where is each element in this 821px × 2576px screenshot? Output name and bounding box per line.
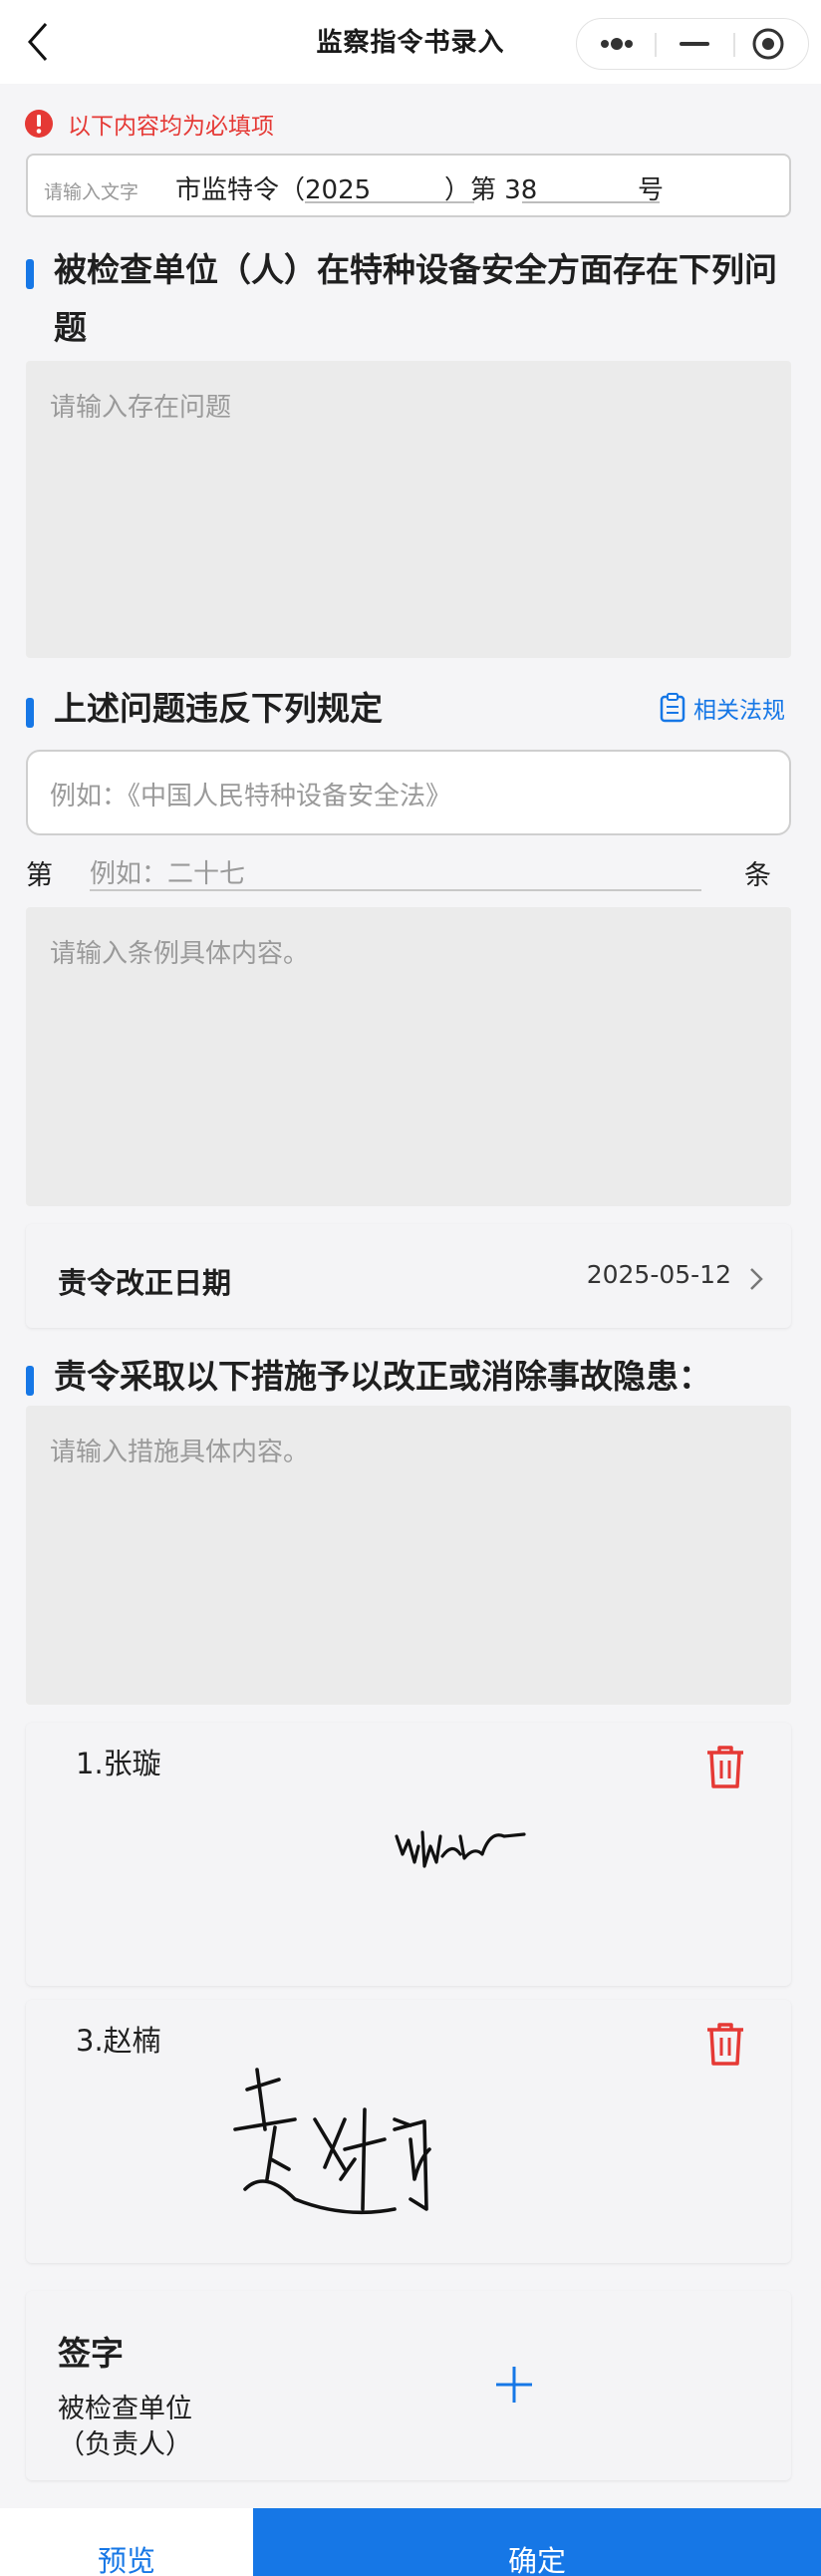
- article-content-placeholder: 请输入条例具体内容。: [50, 939, 310, 969]
- trash-icon[interactable]: [703, 1743, 747, 1790]
- correction-date-value: 2025-05-12: [586, 1260, 731, 1289]
- correction-date-row[interactable]: 责令改正日期 2025-05-12: [26, 1224, 791, 1328]
- measures-placeholder: 请输入措施具体内容。: [50, 1438, 310, 1467]
- chevron-right-icon: [750, 1268, 763, 1290]
- target-close-icon: [752, 28, 784, 60]
- required-notice: 以下内容均为必填项: [24, 108, 274, 140]
- section-accent-bar: [26, 259, 34, 289]
- problems-textarea[interactable]: 请输入存在问题: [26, 361, 791, 658]
- article-suffix: 条: [744, 860, 771, 891]
- minimize-button[interactable]: [656, 19, 733, 69]
- problems-placeholder: 请输入存在问题: [50, 393, 232, 423]
- error-circle-icon: [25, 110, 53, 138]
- preview-button[interactable]: 预览: [0, 2508, 253, 2576]
- section-accent-bar: [26, 698, 34, 728]
- more-button[interactable]: [577, 19, 655, 69]
- clipboard-icon: [660, 693, 685, 723]
- trash-icon[interactable]: [703, 2020, 747, 2068]
- sign-section-subtitle-line2: （负责人）: [58, 2429, 192, 2460]
- article-input-underline: [90, 889, 701, 891]
- section-title-problems: 被检查单位（人）在特种设备安全方面存在下列问题: [26, 241, 793, 357]
- document-number-field[interactable]: 请输入文字 市监特令（2025 ）第 38 号: [26, 154, 791, 217]
- sign-section-title: 签字: [58, 2334, 124, 2373]
- correction-date-label: 责令改正日期: [58, 1266, 232, 1300]
- notice-text: 以下内容均为必填项: [68, 114, 274, 140]
- signer-name: 3.赵楠: [76, 2024, 161, 2058]
- nav-bar: 监察指令书录入: [0, 0, 821, 84]
- more-dots-icon: [601, 38, 633, 50]
- law-name-input[interactable]: 例如：《中国人民特种设备安全法》: [26, 750, 791, 835]
- article-prefix: 第: [26, 860, 53, 891]
- document-number-suffix: 号: [638, 175, 665, 205]
- mini-program-capsule: [576, 18, 809, 70]
- add-signature-card[interactable]: 签字 被检查单位 （负责人）: [26, 2291, 791, 2480]
- plus-icon[interactable]: [492, 2363, 536, 2407]
- section-accent-bar: [26, 1366, 34, 1396]
- section-title-measures: 责令采取以下措施予以改正或消除事故隐患：: [26, 1348, 803, 1406]
- section-title-regulations: 上述问题违反下列规定: [26, 680, 644, 738]
- law-name-placeholder: 例如：《中国人民特种设备安全法》: [50, 782, 452, 811]
- sign-section-subtitle: 被检查单位: [58, 2394, 192, 2424]
- document-number-placeholder: 请输入文字: [44, 181, 139, 203]
- related-regulations-label: 相关法规: [693, 698, 785, 724]
- article-content-textarea[interactable]: 请输入条例具体内容。: [26, 907, 791, 1206]
- article-number-input[interactable]: 例如：二十七: [90, 853, 245, 890]
- signer-card: 3.赵楠: [26, 2000, 791, 2263]
- signer-card: 1.张璇: [26, 1723, 791, 1986]
- signature-image: [233, 2068, 431, 2215]
- bottom-action-bar: 预览 确定: [0, 2508, 821, 2576]
- confirm-button[interactable]: 确定: [253, 2508, 821, 2576]
- close-button[interactable]: [732, 19, 810, 69]
- minimize-icon: [680, 42, 709, 46]
- signer-name: 1.张璇: [76, 1747, 161, 1780]
- measures-textarea[interactable]: 请输入措施具体内容。: [26, 1406, 791, 1705]
- article-number-row: 第 例如：二十七 条: [26, 849, 791, 897]
- related-regulations-link[interactable]: 相关法规: [660, 690, 785, 726]
- signature-image: [395, 1830, 526, 1868]
